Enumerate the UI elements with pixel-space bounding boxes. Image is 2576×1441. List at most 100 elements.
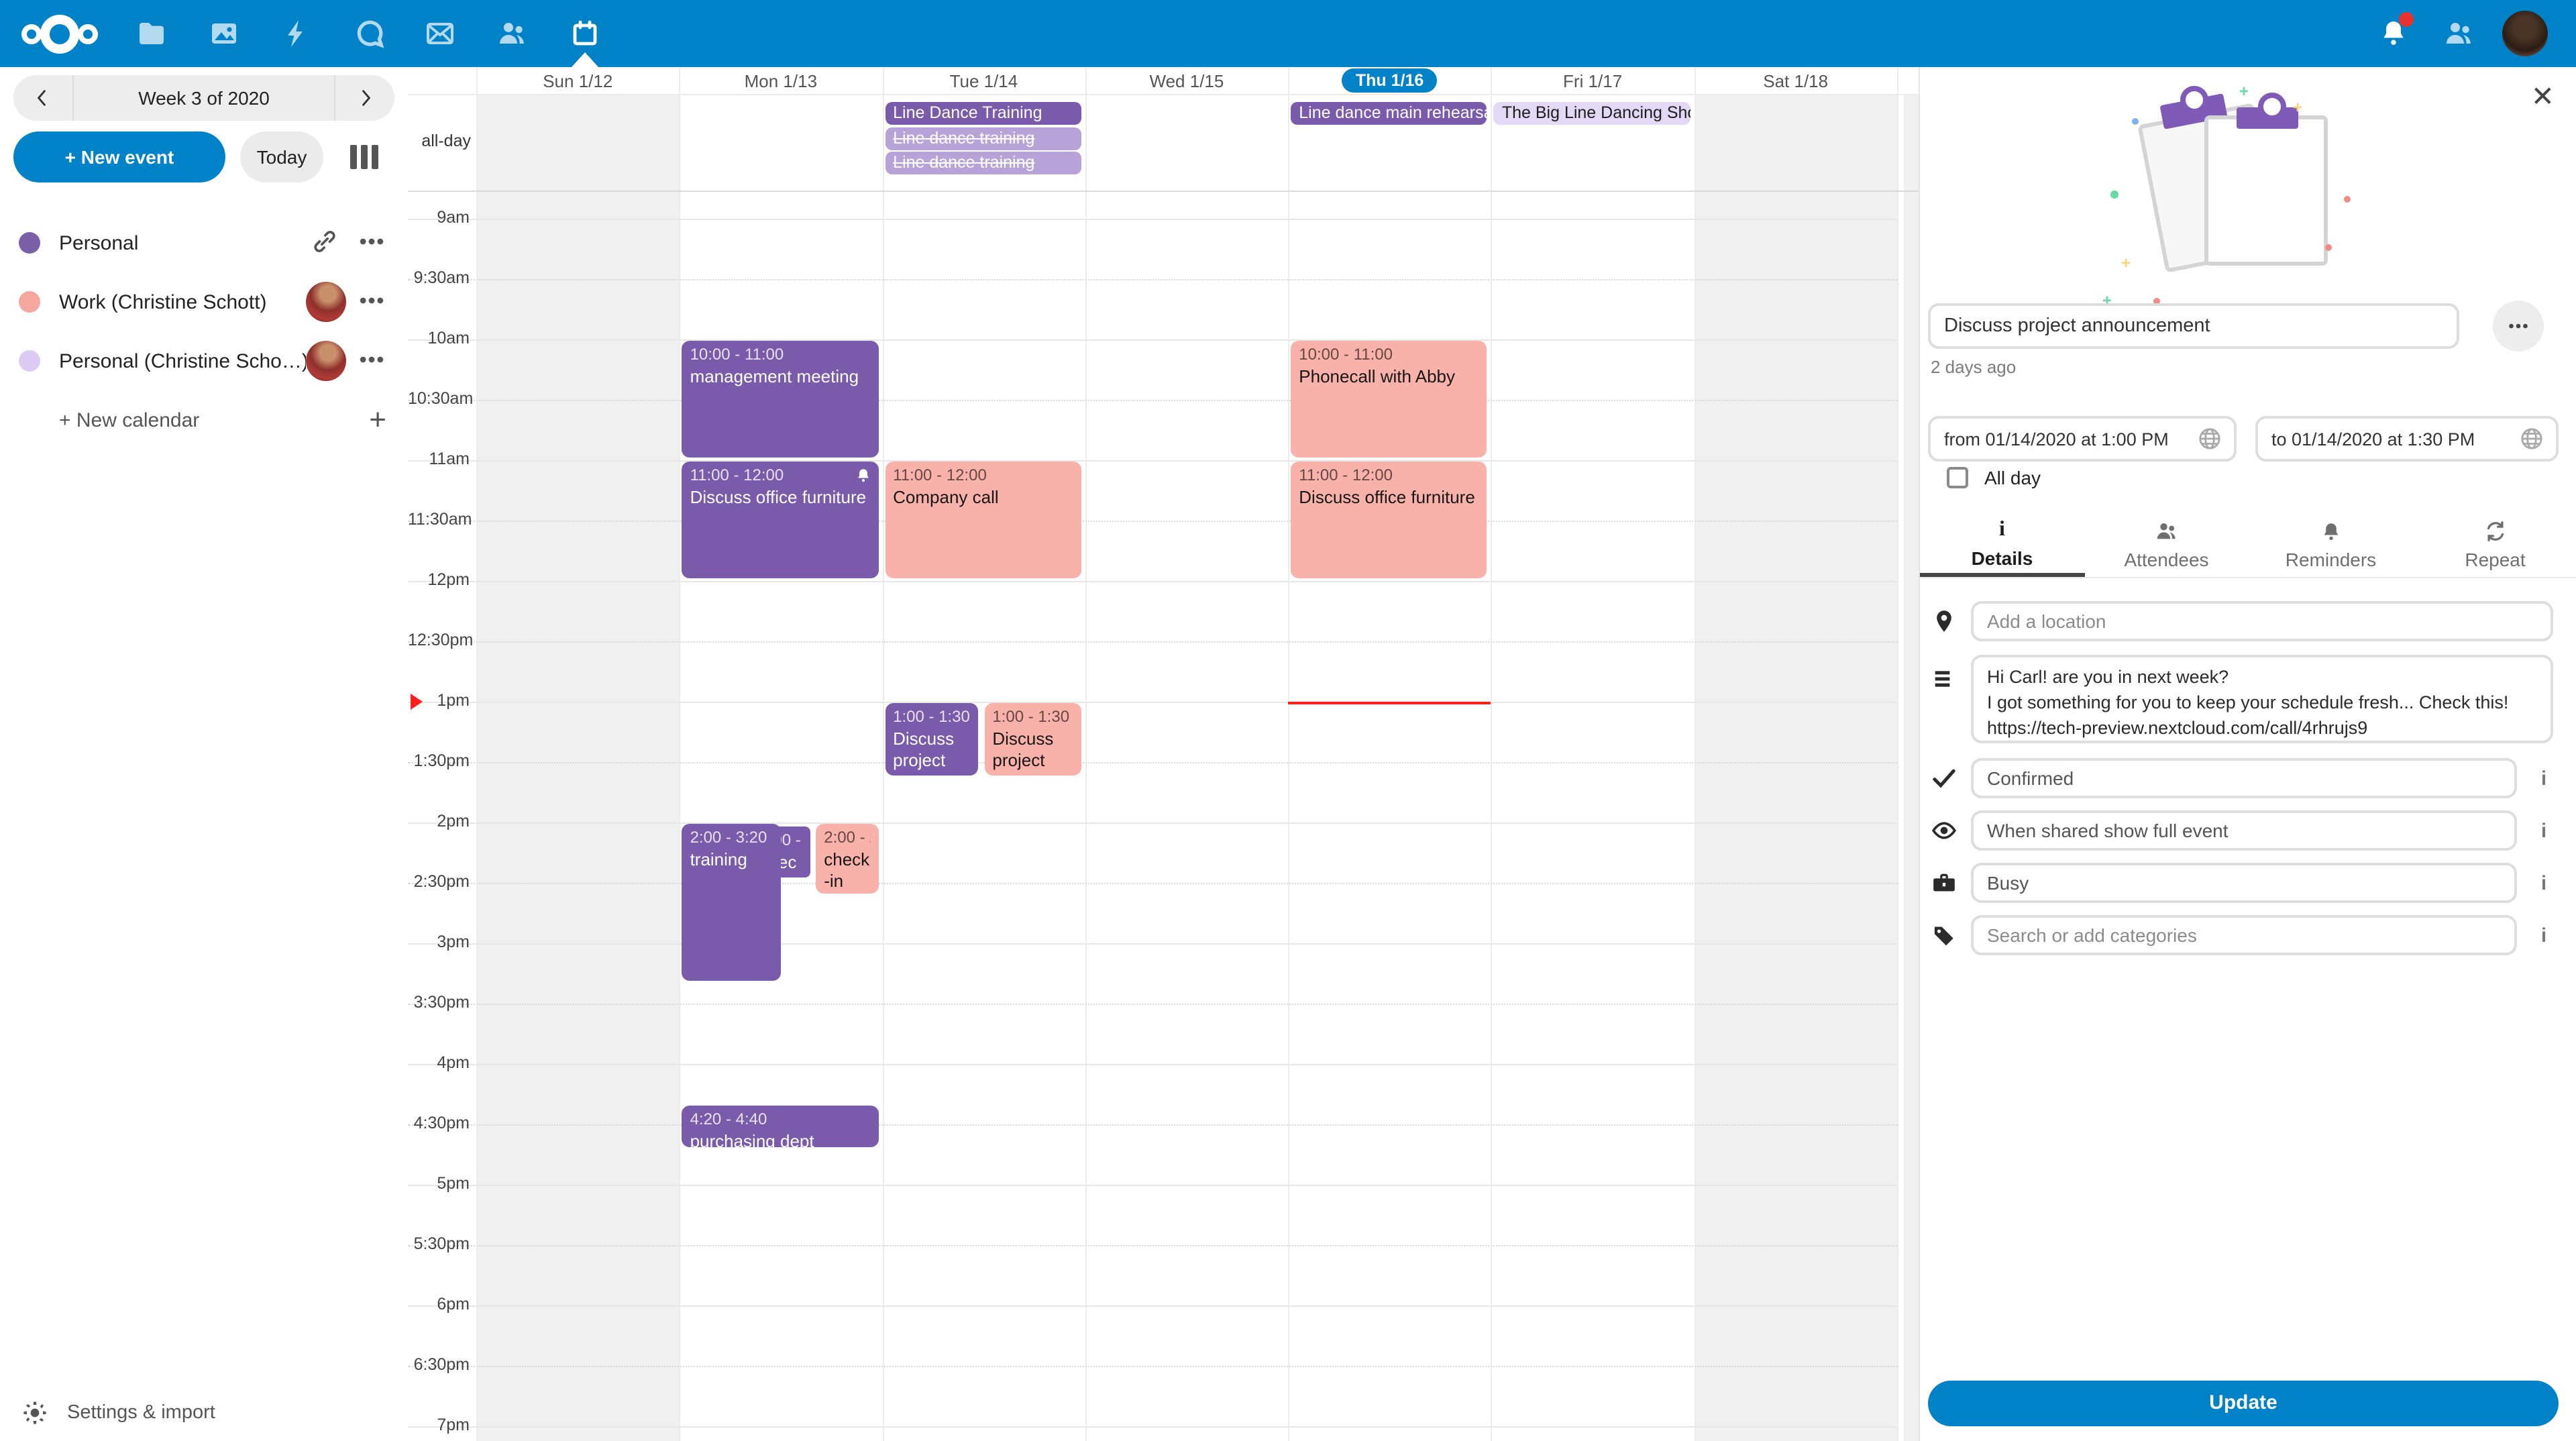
calendar-menu-icon[interactable] [357,227,389,259]
calendar-event[interactable]: 2:00 - 2:30check-in [816,824,878,894]
photos-app-icon[interactable] [208,17,240,50]
calendar-list-item[interactable]: Personal (Christine Scho…) [0,334,408,388]
description-lines-icon [1931,665,1957,692]
calendar-app-icon[interactable] [569,17,601,50]
calendar-event[interactable]: 11:00 - 12:00Discuss office furniture [682,462,879,578]
all-day-event[interactable]: Line Dance Training [885,102,1081,125]
info-icon[interactable]: i [2533,924,2555,947]
share-link-icon[interactable] [311,228,341,258]
plus-icon[interactable]: + [369,403,386,437]
grid-line [408,1004,1897,1005]
editor-tabs: iDetailsAttendeesReminders Repeat [1920,513,2576,578]
calendar-event[interactable]: 1:00 - 1:30Discuss project announcement [885,703,977,776]
grid-line [408,1245,1897,1246]
previous-week-button[interactable] [13,75,72,121]
end-date-field[interactable]: to 01/14/2020 at 1:30 PM [2255,416,2559,462]
calendar-menu-icon[interactable] [357,286,389,318]
calendar-color-dot [19,291,40,313]
calendar-event[interactable]: 11:00 - 12:00Company call [885,462,1081,578]
visibility-row: When shared show full event i [1920,810,2576,851]
all-day-event[interactable]: The Big Line Dancing Show [1494,102,1690,125]
day-header[interactable]: Thu 1/16 [1288,67,1491,94]
event-time: 4:20 - 4:40 [690,1110,871,1130]
status-select[interactable]: Confirmed [1971,758,2517,798]
grid-line [408,822,1897,824]
user-avatar[interactable] [2502,11,2548,56]
calendar-event[interactable]: 2:00 - 3:20training [682,824,781,981]
location-input[interactable] [1971,601,2553,641]
info-icon[interactable]: i [2533,819,2555,842]
tab-reminders[interactable]: Reminders [2249,513,2413,577]
calendar-event[interactable]: 10:00 - 11:00management meeting [682,341,879,458]
categories-input[interactable] [1971,915,2517,955]
end-date-value: to 01/14/2020 at 1:30 PM [2271,429,2518,449]
day-header[interactable]: Tue 1/14 [882,67,1085,94]
event-time: 10:00 - 11:00 [690,345,871,366]
timezone-globe-icon[interactable] [2196,425,2223,452]
calendar-list-item[interactable]: Work (Christine Schott) [0,275,408,329]
tab-attendees[interactable]: Attendees [2084,513,2249,577]
day-header[interactable]: Wed 1/15 [1085,67,1289,94]
all-day-event[interactable]: Line dance training [885,152,1081,174]
calendar-menu-icon[interactable] [357,345,389,377]
column-divider [882,67,883,1441]
next-week-button[interactable] [335,75,394,121]
all-day-checkbox-row[interactable]: All day [1931,467,2041,488]
start-date-field[interactable]: from 01/14/2020 at 1:00 PM [1928,416,2237,462]
time-axis-label: 12pm [408,570,470,589]
contacts-app-icon[interactable] [496,17,529,50]
day-header[interactable]: Fri 1/17 [1491,67,1695,94]
tab-repeat[interactable]: Repeat [2413,513,2576,577]
info-icon[interactable]: i [2533,871,2555,894]
calendar-event[interactable]: 1:00 - 1:30Discuss project [984,703,1081,776]
event-time: 1:00 - 1:30 [893,707,969,728]
new-calendar-item[interactable]: + New calendar + [0,393,408,447]
all-day-event[interactable]: Line dance main rehearsal [1291,102,1487,125]
calendar-list-item[interactable]: Personal [0,216,408,270]
today-button[interactable]: Today [240,131,323,182]
talk-app-icon[interactable] [354,17,386,50]
update-button[interactable]: Update [1928,1381,2559,1426]
today-pill: Thu 1/16 [1342,68,1437,93]
timezone-globe-icon[interactable] [2518,425,2545,452]
grid-line [408,762,1897,763]
nextcloud-logo-icon[interactable] [21,12,102,55]
grid-line [408,521,1897,522]
visibility-select[interactable]: When shared show full event [1971,810,2517,851]
close-icon[interactable]: ✕ [2531,83,2555,111]
grid-line [408,581,1897,582]
notifications-bell-icon[interactable] [2377,17,2410,50]
settings-import-button[interactable]: Settings & import [0,1393,408,1433]
grid-line [408,1124,1897,1126]
new-event-button[interactable]: + New event [13,131,225,182]
grid-line [408,1185,1897,1186]
calendar-event[interactable]: 11:00 - 12:00Discuss office furniture [1291,462,1487,578]
calendar-event[interactable]: 4:20 - 4:40purchasing dept [682,1106,879,1147]
info-icon[interactable]: i [2533,767,2555,790]
freebusy-select[interactable]: Busy [1971,863,2517,903]
event-title: Discuss project announcement [893,728,969,776]
contacts-menu-icon[interactable] [2443,17,2475,50]
week-label[interactable]: Week 3 of 2020 [72,75,335,121]
weekend-shading [476,94,680,1441]
activity-app-icon[interactable] [280,17,313,50]
day-header[interactable]: Mon 1/13 [680,67,883,94]
all-day-checkbox[interactable] [1947,467,1968,488]
description-textarea[interactable]: Hi Carl! are you in next week? I got som… [1971,655,2553,743]
event-editor-panel: ✕ + + + + + 2 days ago from 01/14/2020 a… [1919,67,2576,1441]
tab-label: Repeat [2465,549,2525,570]
time-axis-label: 2pm [408,812,470,831]
all-day-event[interactable]: Line dance training [885,127,1081,150]
files-app-icon[interactable] [136,17,168,50]
event-title: Discuss office furniture [1299,486,1479,509]
event-time: 11:00 - 12:00 [690,466,871,486]
day-header[interactable]: Sat 1/18 [1694,67,1897,94]
event-title-input[interactable] [1928,303,2459,349]
mail-app-icon[interactable] [424,17,456,50]
week-view-toggle-icon[interactable] [350,145,378,169]
event-actions-button[interactable] [2493,301,2544,352]
time-axis-label: 11am [408,449,470,468]
calendar-event[interactable]: 10:00 - 11:00Phonecall with Abby [1291,341,1487,458]
tab-details[interactable]: iDetails [1920,513,2084,577]
day-header[interactable]: Sun 1/12 [476,67,680,94]
